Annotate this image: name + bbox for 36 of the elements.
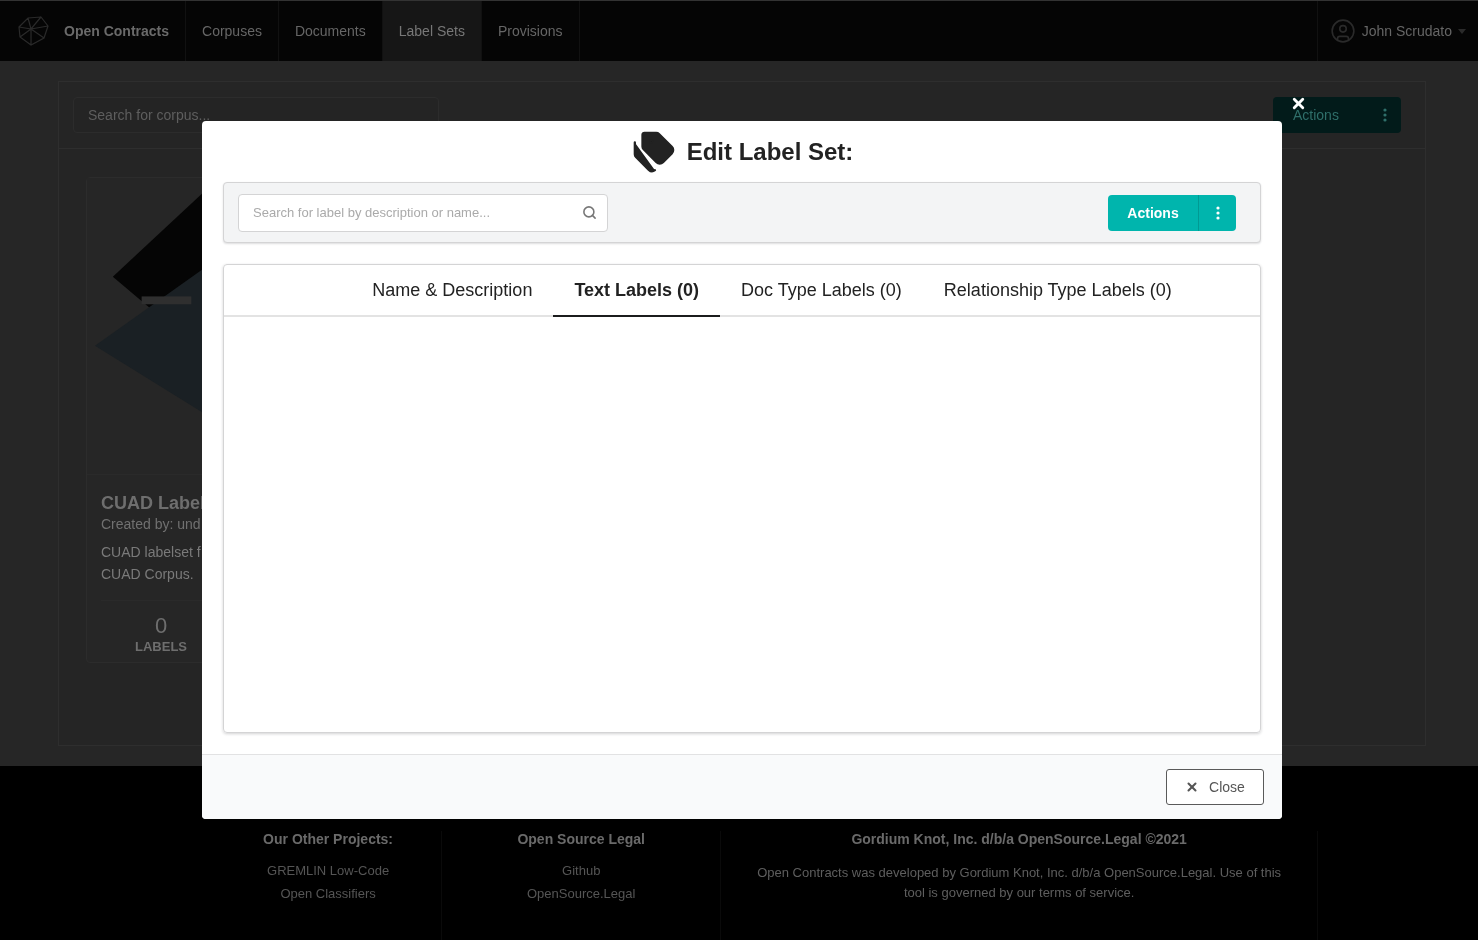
footer-heading: Gordium Knot, Inc. d/b/a OpenSource.Legal ©2021 bbox=[851, 831, 1187, 847]
actions-button[interactable]: Actions bbox=[1273, 97, 1401, 133]
tab[interactable]: Name & Description bbox=[351, 265, 554, 317]
tab[interactable]: Doc Type Labels (0) bbox=[720, 265, 923, 317]
tab[interactable]: Relationship Type Labels (0) bbox=[922, 265, 1193, 317]
user-menu[interactable]: John Scrudato bbox=[1361, 23, 1452, 39]
caret-icon bbox=[1458, 28, 1466, 34]
close-button[interactable]: Close bbox=[1166, 769, 1264, 805]
user-avatar-icon bbox=[1329, 18, 1356, 44]
footer-link[interactable]: OpenSource.Legal bbox=[527, 886, 636, 901]
dialog-title: Edit Label Set: bbox=[686, 138, 854, 166]
dots-icon bbox=[1215, 205, 1220, 220]
nav-item[interactable]: Provisions bbox=[481, 1, 580, 61]
card-description: CUAD labelset f bbox=[101, 543, 202, 562]
actions-button[interactable]: Actions bbox=[1108, 194, 1198, 231]
dots-icon bbox=[1383, 108, 1387, 122]
close-icon bbox=[1185, 780, 1200, 794]
label-count-caption: LABELS bbox=[135, 639, 187, 654]
footer-text: Open Contracts was developed by Gordium Knot, Inc. d/b/a OpenSource.Legal. Use of this tool is governed by our terms of service. bbox=[756, 864, 1283, 902]
nav-item[interactable]: Documents bbox=[278, 1, 383, 61]
search-icon bbox=[582, 204, 597, 220]
tab[interactable]: Text Labels (0) bbox=[553, 265, 721, 317]
card-description: CUAD Corpus. bbox=[101, 565, 195, 584]
nav-item[interactable]: Corpuses bbox=[186, 1, 279, 61]
footer-link[interactable]: Github bbox=[562, 863, 601, 878]
footer-heading: Our Other Projects: bbox=[263, 831, 394, 847]
brand-name[interactable]: Open Contracts bbox=[64, 23, 169, 39]
nav-item[interactable]: Label Sets bbox=[382, 1, 482, 61]
footer-link[interactable]: Open Classifiers bbox=[280, 886, 376, 901]
search-field[interactable]: Search for label by description or name... bbox=[238, 193, 608, 232]
logo-icon bbox=[16, 15, 50, 47]
footer-heading: Open Source Legal bbox=[517, 831, 645, 847]
more-button[interactable] bbox=[1198, 194, 1236, 231]
footer-link[interactable]: GREMLIN Low-Code bbox=[267, 863, 390, 878]
label-count: 0 bbox=[154, 613, 168, 639]
card-author: Created by: und bbox=[101, 516, 202, 532]
